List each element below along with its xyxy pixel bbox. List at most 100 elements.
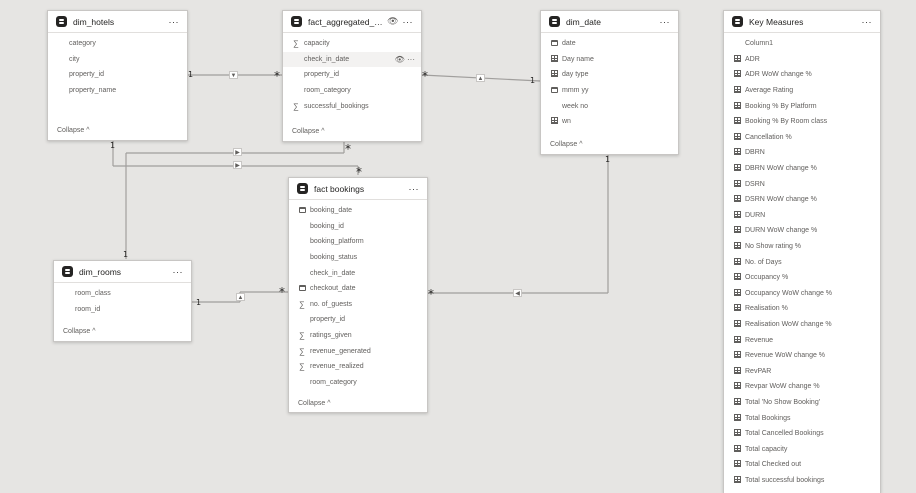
field-row[interactable]: ∑ revenue_generated: [289, 343, 427, 359]
eye-icon[interactable]: 👁: [387, 16, 398, 27]
measure-row[interactable]: Average Rating: [724, 83, 880, 99]
card-header[interactable]: fact bookings ···: [289, 178, 427, 200]
table-card-dim-date[interactable]: dim_date ··· date Day name day type mmm …: [540, 10, 679, 155]
field-row[interactable]: ∑ ratings_given: [289, 328, 427, 344]
field-row[interactable]: city: [48, 52, 187, 68]
measure-row[interactable]: ADR: [724, 52, 880, 68]
field-row[interactable]: room_category: [289, 375, 427, 391]
collapse-button[interactable]: Collapse ^: [298, 400, 331, 407]
measure-icon: [732, 351, 742, 360]
field-row[interactable]: category: [48, 36, 187, 52]
table-card-fact-aggregated-bookings[interactable]: fact_aggregated_b... 👁 ··· ∑ capacity che…: [282, 10, 422, 142]
measure-row[interactable]: Total 'No Show Booking': [724, 395, 880, 411]
filter-direction-arrow[interactable]: ◀: [513, 289, 522, 297]
measure-name: Realisation WoW change %: [745, 320, 832, 328]
more-options-icon[interactable]: ···: [407, 55, 415, 64]
measure-row[interactable]: Booking % By Platform: [724, 98, 880, 114]
field-row[interactable]: ∑ revenue_realized: [289, 359, 427, 375]
measure-row[interactable]: Occupancy %: [724, 270, 880, 286]
more-options-icon[interactable]: ···: [169, 17, 180, 27]
measure-row[interactable]: Realisation WoW change %: [724, 317, 880, 333]
field-row[interactable]: ∑ no. of_guests: [289, 297, 427, 313]
field-name: capacity: [304, 40, 330, 48]
more-options-icon[interactable]: ···: [862, 17, 873, 27]
field-name: day type: [562, 71, 589, 79]
measure-row[interactable]: DBRN WoW change %: [724, 161, 880, 177]
field-row[interactable]: ∑ successful_bookings: [283, 98, 421, 114]
measure-row[interactable]: DURN WoW change %: [724, 223, 880, 239]
field-name: room_class: [75, 290, 111, 298]
field-row[interactable]: day type: [541, 67, 678, 83]
card-header[interactable]: fact_aggregated_b... 👁 ···: [283, 11, 421, 33]
more-options-icon[interactable]: ···: [403, 17, 414, 27]
collapse-button[interactable]: Collapse ^: [550, 141, 583, 148]
measure-row[interactable]: Revenue WoW change %: [724, 348, 880, 364]
measure-row[interactable]: Realisation %: [724, 301, 880, 317]
field-row[interactable]: room_class: [54, 286, 191, 302]
measure-row[interactable]: Revenue: [724, 332, 880, 348]
field-row[interactable]: room_id: [54, 302, 191, 318]
measure-row[interactable]: No. of Days: [724, 254, 880, 270]
field-row-hovered[interactable]: check_in_date 👁 ···: [283, 51, 421, 68]
measure-row[interactable]: Total successful bookings: [724, 473, 880, 489]
more-options-icon[interactable]: ···: [660, 17, 671, 27]
field-row[interactable]: booking_id: [289, 219, 427, 235]
measure-row[interactable]: DSRN WoW change %: [724, 192, 880, 208]
filter-direction-arrow[interactable]: ▶: [233, 161, 242, 169]
field-row[interactable]: property_name: [48, 83, 187, 99]
cardinality-one: 1: [123, 250, 129, 259]
field-row[interactable]: booking_platform: [289, 234, 427, 250]
measure-row[interactable]: RevPAR: [724, 363, 880, 379]
measure-row[interactable]: Total Bookings: [724, 410, 880, 426]
eye-icon[interactable]: 👁: [395, 55, 405, 64]
card-header[interactable]: Key Measures ···: [724, 11, 880, 33]
measure-row[interactable]: Cancellation %: [724, 130, 880, 146]
field-row[interactable]: property_id: [289, 312, 427, 328]
measure-row[interactable]: Column1: [724, 36, 880, 52]
field-row[interactable]: mmm yy: [541, 83, 678, 99]
measure-row[interactable]: DSRN: [724, 176, 880, 192]
filter-direction-arrow[interactable]: ▶: [233, 148, 242, 156]
card-header[interactable]: dim_hotels ···: [48, 11, 187, 33]
field-row[interactable]: ∑ capacity: [283, 36, 421, 52]
filter-direction-arrow[interactable]: ▼: [229, 71, 238, 79]
measure-row[interactable]: Total Checked out: [724, 457, 880, 473]
measure-name: DSRN WoW change %: [745, 196, 817, 204]
measure-row[interactable]: No Show rating %: [724, 239, 880, 255]
table-card-dim-hotels[interactable]: dim_hotels ··· category city property_id…: [47, 10, 188, 141]
card-header[interactable]: dim_rooms ···: [54, 261, 191, 283]
field-row[interactable]: booking_status: [289, 250, 427, 266]
field-row[interactable]: wn: [541, 114, 678, 130]
card-header[interactable]: dim_date ···: [541, 11, 678, 33]
field-row[interactable]: property_id: [283, 67, 421, 83]
measure-row[interactable]: Total capacity: [724, 441, 880, 457]
cardinality-one: 1: [110, 141, 116, 150]
field-row[interactable]: checkout_date: [289, 281, 427, 297]
table-card-key-measures[interactable]: Key Measures ··· Column1 ADR ADR WoW chang…: [723, 10, 881, 493]
filter-direction-arrow[interactable]: ▲: [236, 293, 245, 301]
measure-icon: [732, 397, 742, 407]
table-card-fact-bookings[interactable]: fact bookings ··· booking_date booking_i…: [288, 177, 428, 413]
measure-row[interactable]: DBRN: [724, 145, 880, 161]
table-card-dim-rooms[interactable]: dim_rooms ··· room_class room_id Collaps…: [53, 260, 192, 342]
field-row[interactable]: Day name: [541, 52, 678, 68]
measure-row[interactable]: Total Cancelled Bookings: [724, 426, 880, 442]
more-options-icon[interactable]: ···: [173, 267, 184, 277]
collapse-button[interactable]: Collapse ^: [292, 128, 325, 135]
field-row[interactable]: week no: [541, 98, 678, 114]
measure-row[interactable]: DURN: [724, 208, 880, 224]
collapse-button[interactable]: Collapse ^: [57, 127, 90, 134]
more-options-icon[interactable]: ···: [409, 184, 420, 194]
field-row[interactable]: room_category: [283, 83, 421, 99]
field-row[interactable]: date: [541, 36, 678, 52]
measure-row[interactable]: Revpar WoW change %: [724, 379, 880, 395]
field-row[interactable]: check_in_date: [289, 265, 427, 281]
measure-row[interactable]: Booking % By Room class: [724, 114, 880, 130]
field-row[interactable]: property_id: [48, 67, 187, 83]
table-title: fact_aggregated_b...: [308, 16, 384, 27]
collapse-button[interactable]: Collapse ^: [63, 328, 96, 335]
field-row[interactable]: booking_date: [289, 203, 427, 219]
measure-row[interactable]: Occupancy WoW change %: [724, 286, 880, 302]
measure-row[interactable]: ADR WoW change %: [724, 67, 880, 83]
filter-direction-arrow[interactable]: ▲: [476, 74, 485, 82]
